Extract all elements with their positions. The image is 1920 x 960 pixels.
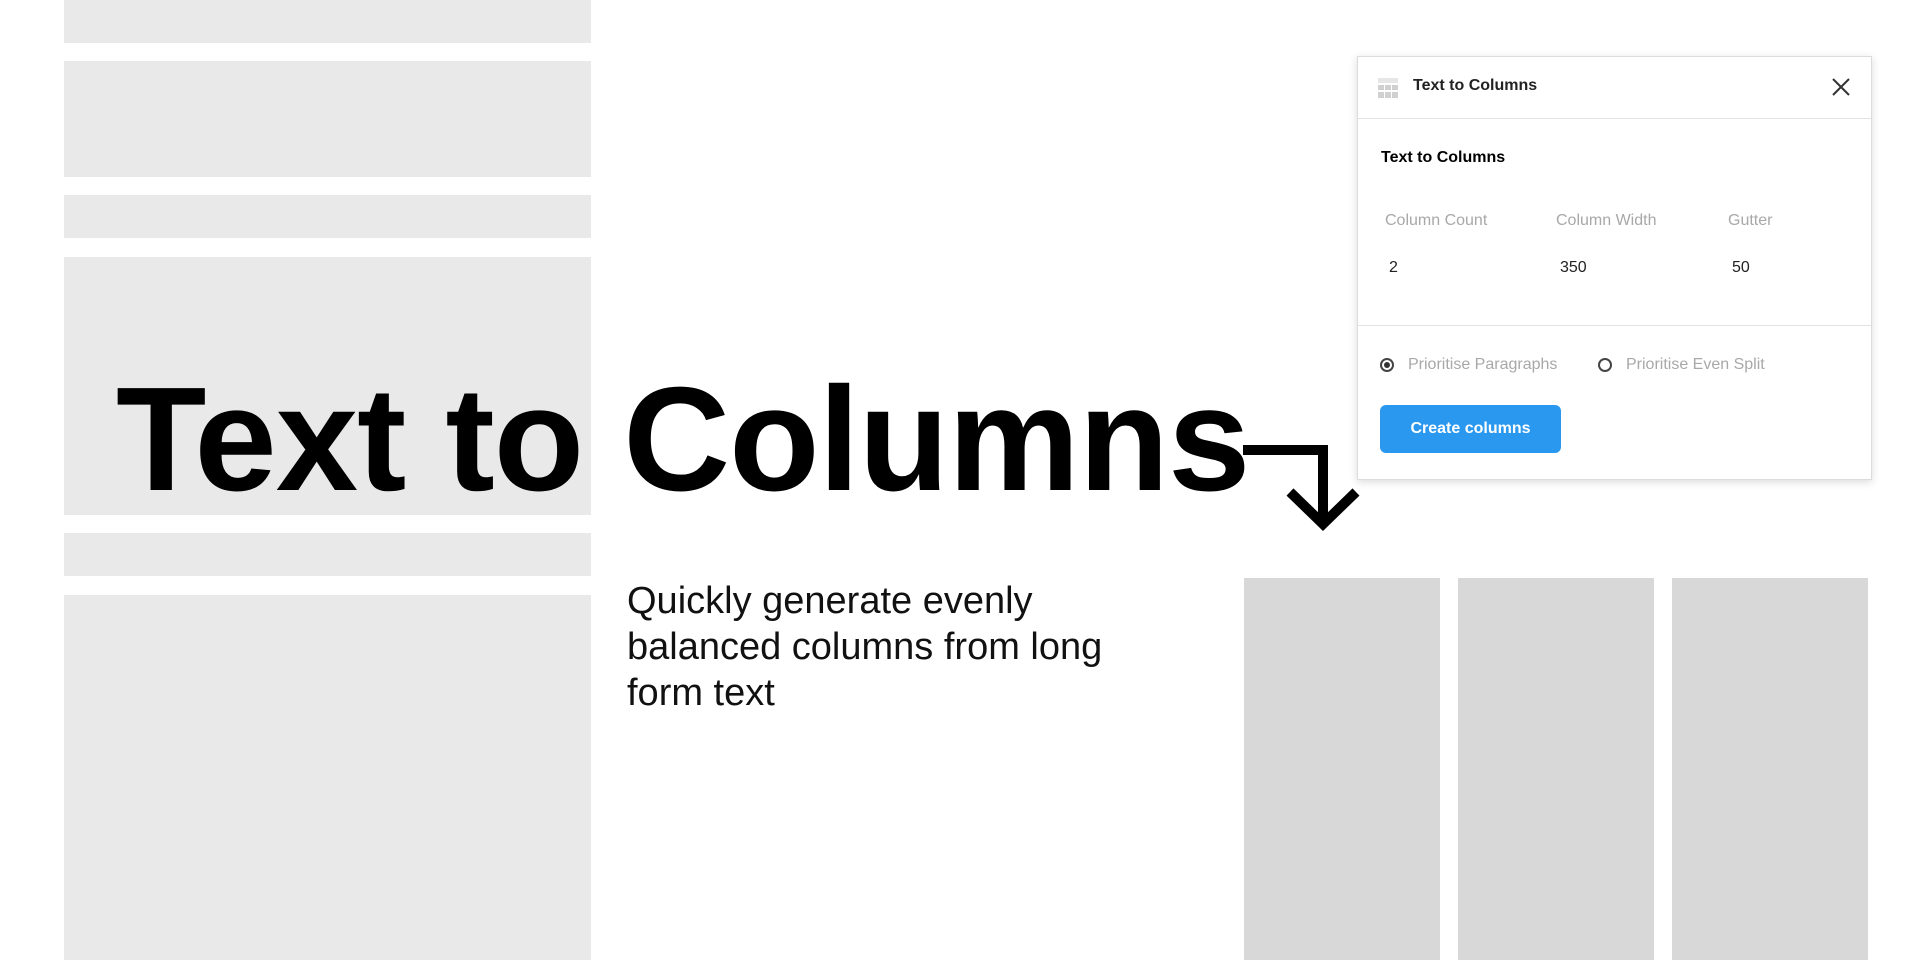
hero-title: Text to Columns	[116, 357, 1250, 522]
radio-label: Prioritise Even Split	[1626, 356, 1765, 373]
radio-prioritise-even-split[interactable]: Prioritise Even Split	[1598, 356, 1765, 374]
column-preview	[1244, 578, 1440, 960]
placeholder-block	[64, 533, 591, 576]
radio-checked-icon[interactable]	[1380, 358, 1394, 372]
arrow-down-right-icon	[1243, 445, 1360, 531]
close-icon[interactable]	[1829, 75, 1853, 99]
column-preview	[1672, 578, 1868, 960]
canvas: Text to Columns Quickly generate evenly …	[0, 0, 1920, 960]
gutter-input[interactable]	[1728, 250, 1848, 286]
column-count-input[interactable]	[1385, 250, 1535, 286]
placeholder-block	[64, 61, 591, 177]
hero-subtitle: Quickly generate evenly balanced columns…	[627, 580, 1103, 714]
column-width-input[interactable]	[1556, 250, 1706, 286]
divider	[1358, 325, 1871, 326]
column-count-label: Column Count	[1385, 212, 1488, 229]
radio-prioritise-paragraphs[interactable]: Prioritise Paragraphs	[1380, 356, 1557, 374]
column-width-label: Column Width	[1556, 212, 1657, 229]
gutter-label: Gutter	[1728, 212, 1773, 229]
radio-unchecked-icon[interactable]	[1598, 358, 1612, 372]
placeholder-block	[64, 0, 591, 43]
placeholder-block	[64, 595, 591, 960]
column-preview	[1458, 578, 1654, 960]
plugin-panel: Text to Columns Text to Columns Column C…	[1357, 56, 1872, 480]
placeholder-block	[64, 195, 591, 238]
panel-header: Text to Columns	[1358, 57, 1871, 119]
section-title: Text to Columns	[1381, 149, 1506, 166]
table-icon	[1378, 78, 1398, 98]
panel-title: Text to Columns	[1413, 77, 1538, 94]
radio-label: Prioritise Paragraphs	[1408, 356, 1558, 373]
create-columns-button[interactable]: Create columns	[1380, 405, 1561, 453]
